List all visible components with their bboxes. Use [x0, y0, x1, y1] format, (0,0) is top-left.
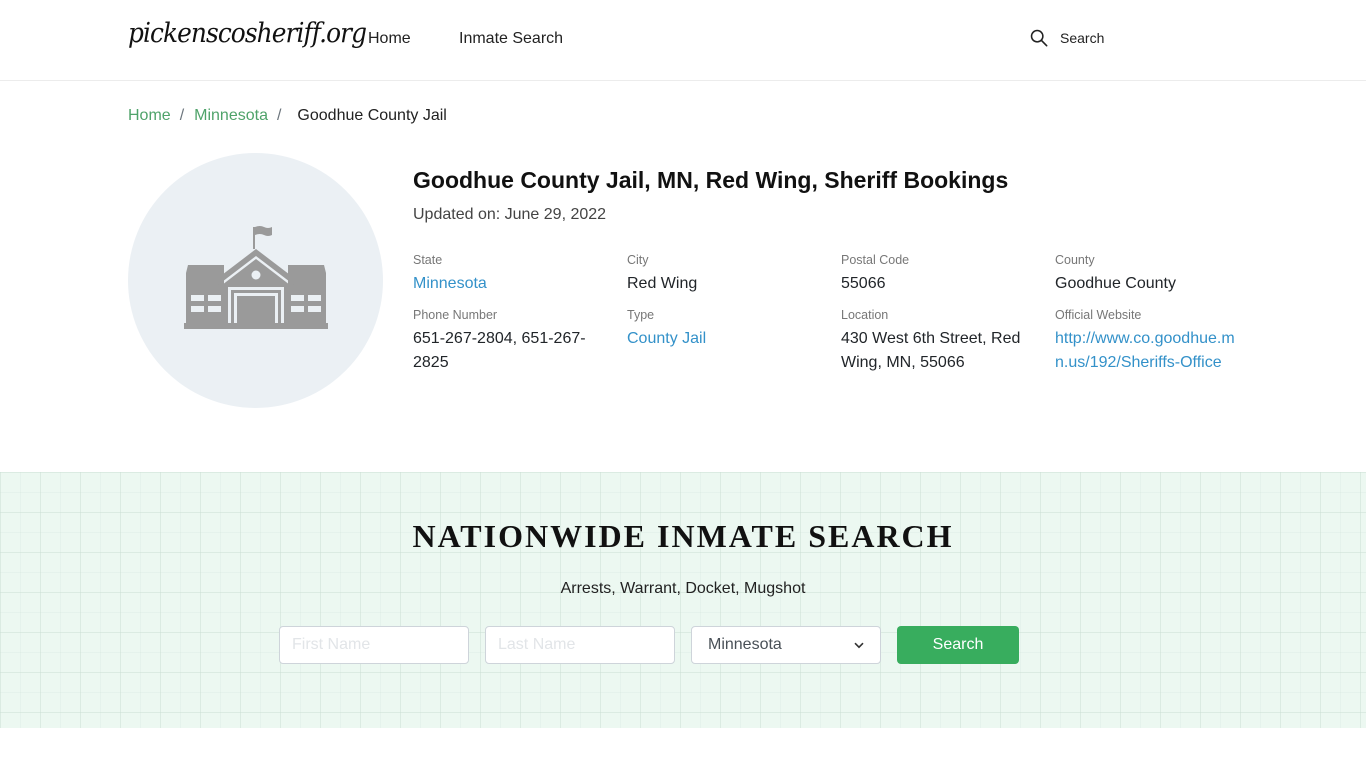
nav-home[interactable]: Home — [368, 30, 411, 48]
site-logo[interactable]: pickenscosheriff.org — [128, 18, 367, 49]
nav-inmate-search[interactable]: Inmate Search — [459, 30, 563, 48]
state-link[interactable]: Minnesota — [413, 272, 597, 296]
info-location: Location 430 West 6th Street, Red Wing, … — [841, 308, 1055, 375]
info-state: State Minnesota — [413, 253, 627, 296]
header-search-label: Search — [1060, 30, 1105, 46]
postal-code-value: 55066 — [841, 275, 886, 292]
updated-date: Updated on: June 29, 2022 — [413, 206, 607, 223]
breadcrumb-minnesota[interactable]: Minnesota — [194, 107, 268, 125]
info-label: Type — [627, 308, 655, 322]
info-label: City — [627, 253, 649, 267]
info-website: Official Website http://www.co.goodhue.m… — [1055, 308, 1269, 375]
page-title: Goodhue County Jail, MN, Red Wing, Sheri… — [413, 167, 1009, 193]
city-value: Red Wing — [627, 275, 698, 292]
site-header: pickenscosheriff.org Home Inmate Search … — [0, 0, 1366, 81]
breadcrumb: Home / Minnesota / Goodhue County Jail — [128, 107, 447, 125]
last-name-input[interactable] — [485, 626, 675, 664]
location-value: 430 West 6th Street, Red Wing, MN, 55066 — [841, 330, 1021, 371]
breadcrumb-home[interactable]: Home — [128, 107, 171, 125]
state-select-value: Minnesota — [708, 636, 782, 653]
breadcrumb-current: Goodhue County Jail — [297, 107, 447, 124]
breadcrumb-separator: / — [179, 107, 185, 124]
nationwide-search-section: NATIONWIDE INMATE SEARCH Arrests, Warran… — [0, 472, 1366, 728]
header-search-button[interactable]: Search — [1030, 29, 1104, 47]
state-select[interactable]: Minnesota — [691, 626, 881, 664]
info-city: City Red Wing — [627, 253, 841, 296]
info-phone: Phone Number 651-267-2804, 651-267-2825 — [413, 308, 627, 375]
facility-info-grid: State Minnesota City Red Wing Postal Cod… — [413, 253, 1269, 375]
phone-value: 651-267-2804, 651-267-2825 — [413, 330, 586, 371]
breadcrumb-separator: / — [276, 107, 282, 124]
info-label: Phone Number — [413, 308, 498, 322]
info-label: Official Website — [1055, 308, 1142, 322]
building-icon — [183, 225, 328, 329]
search-icon — [1030, 29, 1048, 47]
info-label: Location — [841, 308, 889, 322]
website-link[interactable]: http://www.co.goodhue.mn.us/192/Sheriffs… — [1055, 327, 1239, 375]
type-link[interactable]: County Jail — [627, 327, 811, 351]
info-label: State — [413, 253, 443, 267]
nationwide-subtitle: Arrests, Warrant, Docket, Mugshot — [560, 580, 806, 597]
info-postal-code: Postal Code 55066 — [841, 253, 1055, 296]
info-label: Postal Code — [841, 253, 910, 267]
info-label: County — [1055, 253, 1095, 267]
search-button[interactable]: Search — [897, 626, 1019, 664]
info-county: County Goodhue County — [1055, 253, 1269, 296]
inmate-search-form: Minnesota Search — [279, 626, 1019, 664]
first-name-input[interactable] — [279, 626, 469, 664]
nationwide-title: NATIONWIDE INMATE SEARCH — [412, 518, 954, 554]
chevron-down-icon — [854, 642, 864, 648]
info-type: Type County Jail — [627, 308, 841, 375]
facility-avatar — [128, 153, 383, 408]
county-value: Goodhue County — [1055, 275, 1176, 292]
